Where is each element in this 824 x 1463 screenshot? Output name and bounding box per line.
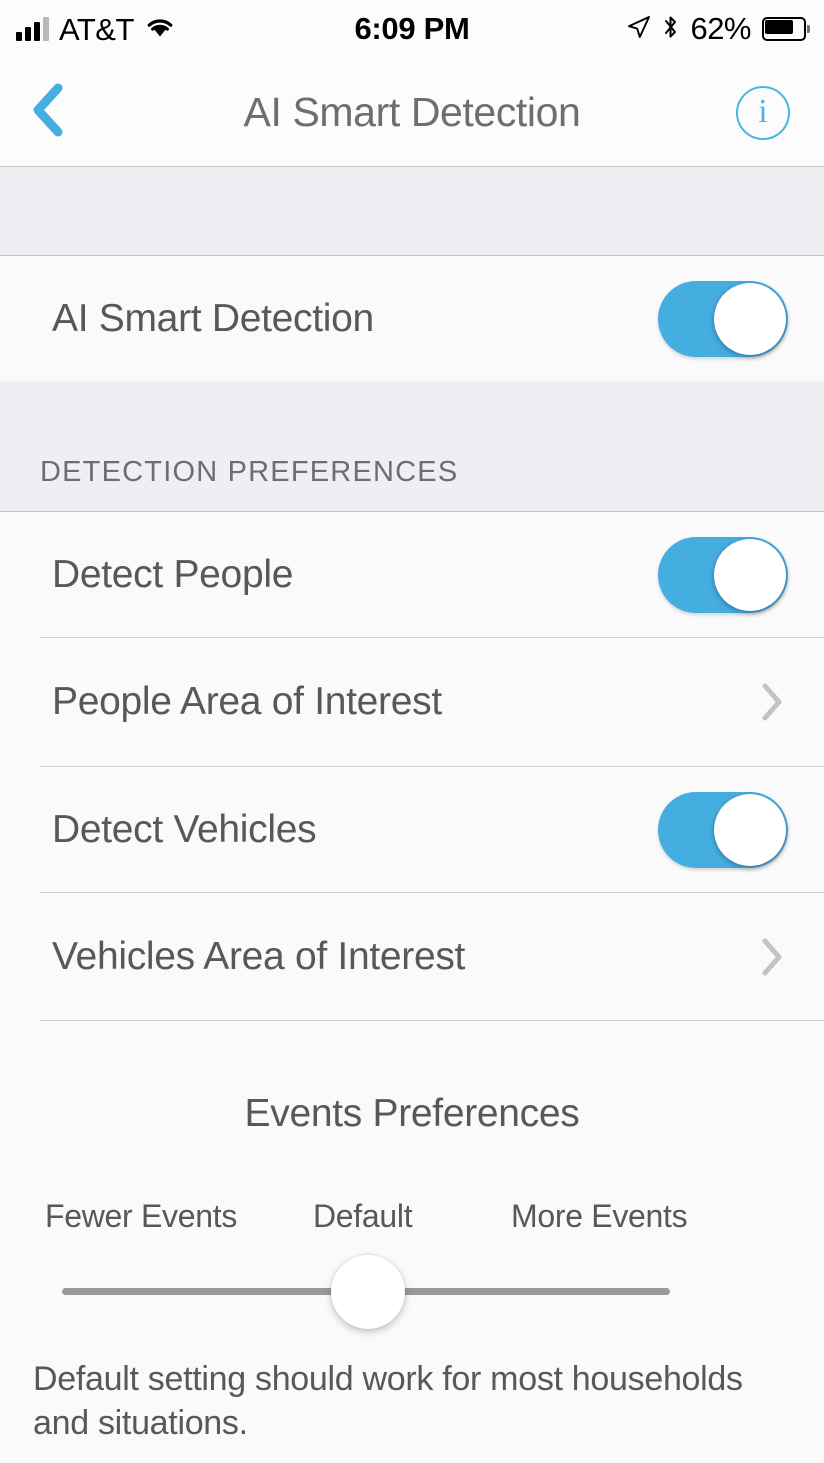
slider-label-min: Fewer Events (45, 1198, 238, 1234)
row-separator (40, 1020, 824, 1021)
bluetooth-icon (662, 14, 679, 45)
location-arrow-icon (627, 15, 651, 44)
toggle-knob (714, 282, 786, 355)
info-button[interactable]: i (728, 58, 798, 167)
slider-label-mid: Default (313, 1198, 413, 1234)
chevron-right-icon (760, 682, 784, 722)
clock-label: 6:09 PM (354, 11, 470, 46)
status-bar-right: 62% (627, 0, 810, 58)
navigation-bar: AI Smart Detection i (0, 58, 824, 167)
row-label: Vehicles Area of Interest (52, 934, 466, 978)
toggle-detect-vehicles[interactable] (658, 791, 788, 868)
row-label: AI Smart Detection (52, 296, 374, 340)
page-title: AI Smart Detection (243, 89, 581, 135)
slider-labels: Fewer Events Default More Events (0, 1198, 824, 1242)
row-ai-smart-detection[interactable]: AI Smart Detection (0, 256, 824, 381)
toggle-knob (714, 793, 786, 866)
row-vehicles-area-of-interest[interactable]: Vehicles Area of Interest (0, 893, 824, 1020)
slider-thumb[interactable] (331, 1255, 405, 1329)
events-preferences-title: Events Preferences (244, 1092, 580, 1135)
row-label: Detect Vehicles (52, 807, 317, 851)
battery-icon (762, 17, 810, 41)
slider-label-max: More Events (511, 1198, 688, 1234)
app-screen: AT&T 6:09 PM 62% AI Smart Detection i AI… (0, 0, 824, 1463)
toggle-ai-smart-detection[interactable] (658, 280, 788, 357)
section-header-detection-preferences: DETECTION PREFERENCES (0, 381, 824, 512)
row-detect-people[interactable]: Detect People (0, 512, 824, 637)
section-gap-top (0, 167, 824, 256)
info-circle-icon: i (736, 85, 790, 140)
battery-percent-label: 62% (690, 11, 751, 46)
row-detect-vehicles[interactable]: Detect Vehicles (0, 767, 824, 892)
events-preferences-slider[interactable] (0, 1252, 824, 1332)
chevron-right-icon (760, 937, 784, 977)
row-people-area-of-interest[interactable]: People Area of Interest (0, 638, 824, 766)
row-label: Detect People (52, 552, 294, 596)
status-bar: AT&T 6:09 PM 62% (0, 0, 824, 58)
footer-note: Default setting should work for most hou… (33, 1360, 743, 1442)
section-header-label: DETECTION PREFERENCES (40, 456, 459, 488)
row-label: People Area of Interest (52, 680, 442, 723)
toggle-detect-people[interactable] (658, 536, 788, 613)
toggle-knob (714, 538, 786, 611)
